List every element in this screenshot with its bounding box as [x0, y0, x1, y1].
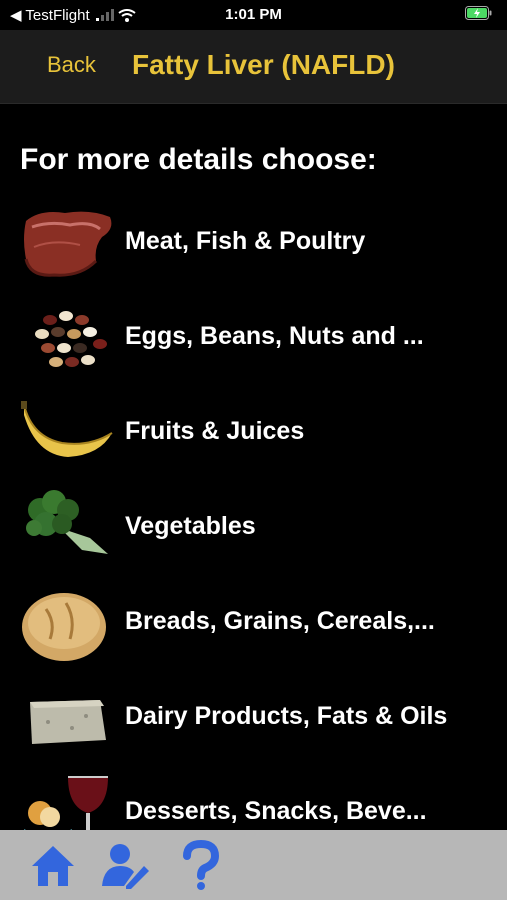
list-item-meat[interactable]: Meat, Fish & Poultry [0, 195, 507, 290]
banana-icon [21, 401, 113, 457]
bread-icon [22, 593, 106, 661]
status-time: 1:01 PM [225, 6, 282, 23]
status-bar: ◀ TestFlight 1:01 PM [0, 0, 507, 30]
list-item-eggs-beans-nuts[interactable]: Eggs, Beans, Nuts and ... [0, 290, 507, 385]
cheese-icon [30, 700, 106, 744]
category-list: Meat, Fish & Poultry Eggs, Beans, Nuts a… [0, 195, 507, 860]
list-item-label: Fruits & Juices [125, 417, 305, 445]
list-item-label: Vegetables [125, 512, 256, 540]
meat-icon [24, 211, 112, 277]
navigation-bar: Back Fatty Liver (NAFLD) [0, 30, 507, 104]
battery-charging-icon [465, 6, 492, 20]
user-edit-icon[interactable] [100, 840, 150, 890]
list-item-dairy-fats-oils[interactable]: Dairy Products, Fats & Oils [0, 670, 507, 765]
list-item-label: Desserts, Snacks, Beve... [125, 797, 427, 825]
list-item-label: Eggs, Beans, Nuts and ... [125, 322, 424, 350]
list-item-label: Dairy Products, Fats & Oils [125, 702, 448, 730]
help-icon[interactable] [175, 840, 225, 890]
status-right [465, 6, 493, 24]
list-item-breads-grains[interactable]: Breads, Grains, Cereals,... [0, 575, 507, 670]
back-button[interactable]: Back [47, 52, 96, 78]
home-icon[interactable] [28, 840, 78, 890]
page-title: Fatty Liver (NAFLD) [132, 49, 395, 80]
broccoli-icon [26, 490, 108, 554]
list-item-label: Breads, Grains, Cereals,... [125, 607, 435, 635]
tab-bar [0, 830, 507, 900]
list-item-fruits-juices[interactable]: Fruits & Juices [0, 385, 507, 480]
beans-icon [35, 311, 107, 367]
section-heading: For more details choose: [20, 143, 377, 176]
list-item-vegetables[interactable]: Vegetables [0, 480, 507, 575]
list-item-label: Meat, Fish & Poultry [125, 227, 366, 255]
